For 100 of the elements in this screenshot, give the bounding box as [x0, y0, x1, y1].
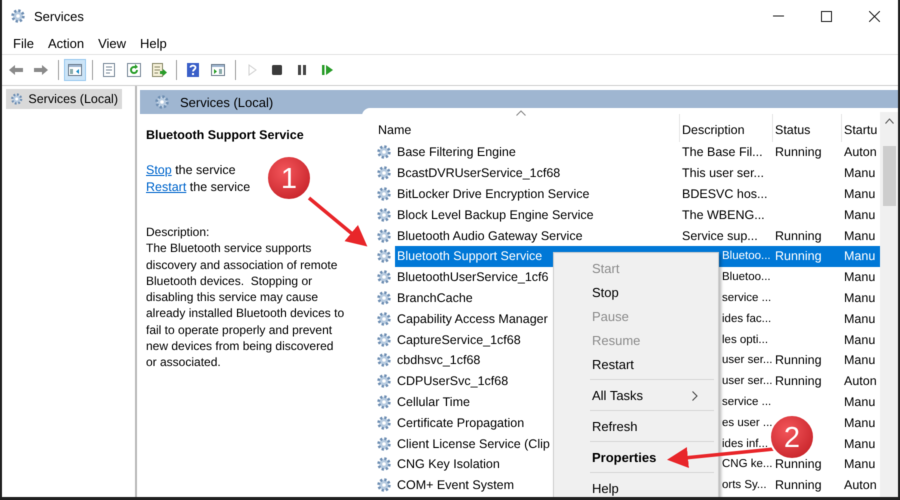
- table-cell: Auton: [844, 145, 877, 160]
- table-cell: Bluetoo...: [722, 250, 771, 262]
- menu-item[interactable]: Properties: [556, 445, 716, 469]
- table-cell: Running: [775, 353, 822, 368]
- menu-item[interactable]: Help: [133, 36, 174, 50]
- table-cell: Manu: [844, 353, 876, 368]
- gear-icon: [376, 206, 392, 223]
- resume-icon: [319, 62, 335, 78]
- table-cell: service ...: [722, 396, 772, 408]
- table-cell: ides inf...: [722, 438, 768, 450]
- table-cell: The WBENG...: [682, 208, 765, 222]
- column-header[interactable]: Name: [376, 114, 680, 142]
- table-cell: Manu: [844, 394, 876, 409]
- column-header[interactable]: Startu: [842, 114, 880, 142]
- gear-icon: [376, 290, 392, 306]
- action-text: Stop the service: [146, 162, 236, 179]
- table-cell: orts Sy...: [722, 479, 767, 492]
- show-tree-button[interactable]: [64, 59, 86, 81]
- menu-item[interactable]: Stop: [556, 280, 716, 304]
- table-cell: Manu: [844, 312, 876, 326]
- table-cell: The Base Fil...: [682, 145, 763, 160]
- table-cell: Manu: [844, 457, 876, 472]
- table-cell: Manu: [844, 208, 876, 222]
- menu-item[interactable]: Help: [556, 476, 716, 497]
- table-cell: Manu: [844, 166, 876, 180]
- console-window-icon: [210, 62, 226, 78]
- gear-icon: [10, 8, 26, 24]
- table-cell: Manu: [844, 186, 876, 201]
- table-cell: This user ser...: [682, 166, 764, 180]
- gear-icon: [376, 436, 392, 452]
- column-header[interactable]: Description: [680, 114, 773, 142]
- gear-icon: [376, 456, 392, 472]
- export-list-icon: [151, 62, 167, 78]
- action-link[interactable]: Stop: [146, 163, 172, 177]
- table-cell: Running: [775, 457, 822, 472]
- table-cell: Manu: [844, 270, 876, 284]
- gear-icon: [376, 228, 392, 244]
- table-cell: service ...: [722, 292, 772, 304]
- action-link[interactable]: Restart: [146, 180, 186, 194]
- table-cell: Service sup...: [682, 228, 758, 243]
- table-cell: Running: [775, 478, 822, 492]
- table-cell: Bluetoo...: [722, 271, 771, 284]
- table-cell: user ser...: [722, 354, 772, 366]
- table-cell: Running: [775, 374, 822, 388]
- menu-item[interactable]: Restart: [556, 352, 716, 376]
- properties-icon: [101, 62, 117, 78]
- table-cell: es user ...: [722, 416, 772, 429]
- scroll-thumb[interactable]: [882, 146, 896, 206]
- gear-icon: [376, 373, 392, 390]
- forward-arrow-icon: [33, 62, 49, 78]
- service-name[interactable]: Base Filtering Engine: [395, 142, 680, 163]
- gear-icon: [376, 332, 392, 348]
- menu-item[interactable]: View: [91, 36, 134, 50]
- step-badge: 1: [266, 155, 312, 201]
- gear-icon: [376, 414, 392, 431]
- table-cell: Manu: [844, 332, 876, 347]
- table-cell: Manu: [844, 436, 876, 451]
- table-cell: CNG ke...: [722, 458, 772, 470]
- table-cell: ides fac...: [722, 312, 772, 325]
- window-title: Services: [34, 8, 85, 24]
- stop-icon: [269, 62, 285, 78]
- gear-icon: [376, 248, 392, 264]
- service-name[interactable]: Block Level Backup Engine Service: [395, 204, 680, 226]
- service-description: The Bluetooth service supports discovery and association of remote Bluetooth devices. Stopping or disabling this service may cause already installed Bluetooth devices to fail to operate properly and prevent new devices from being discovered or associated.: [146, 240, 344, 371]
- scrollbar[interactable]: [880, 112, 898, 497]
- gear-icon: [376, 352, 392, 368]
- gear-icon: [376, 477, 392, 494]
- menu-item[interactable]: Refresh: [556, 414, 716, 438]
- table-cell: Auton: [844, 478, 877, 492]
- menu-item[interactable]: Action: [40, 36, 92, 50]
- table-cell: Manu: [844, 249, 876, 264]
- menu-item[interactable]: File: [6, 36, 41, 50]
- scroll-up-icon[interactable]: [884, 118, 894, 124]
- service-name[interactable]: Bluetooth Audio Gateway Service: [395, 225, 680, 246]
- table-cell: les opti...: [722, 334, 768, 346]
- column-header[interactable]: Status: [773, 114, 842, 142]
- action-text: Restart the service: [146, 179, 250, 196]
- gear-icon: [10, 91, 24, 107]
- gear-icon: [376, 186, 392, 202]
- gear-icon: [376, 269, 392, 286]
- description-label: Description:: [146, 224, 210, 240]
- service-name[interactable]: BcastDVRUserService_1cf68: [395, 162, 680, 184]
- table-cell: user ser...: [722, 375, 772, 388]
- table-cell: Running: [775, 249, 822, 264]
- back-arrow-icon: [8, 62, 24, 78]
- gear-icon: [376, 144, 392, 160]
- show-tree-icon: [67, 62, 83, 78]
- service-title: Bluetooth Support Service: [146, 128, 305, 142]
- tree-item[interactable]: Services (Local): [6, 89, 122, 109]
- table-cell: BDESVC hos...: [682, 186, 768, 201]
- gear-icon: [154, 94, 170, 110]
- help-icon: [185, 62, 201, 78]
- table-cell: Auton: [844, 374, 877, 388]
- table-cell: Running: [775, 145, 822, 160]
- menu-item[interactable]: All Tasks: [556, 383, 716, 407]
- service-name[interactable]: BitLocker Drive Encryption Service: [395, 184, 680, 204]
- maximize-icon: [820, 10, 832, 22]
- gear-icon: [376, 310, 392, 327]
- table-cell: Running: [775, 228, 822, 243]
- gear-icon: [376, 394, 392, 410]
